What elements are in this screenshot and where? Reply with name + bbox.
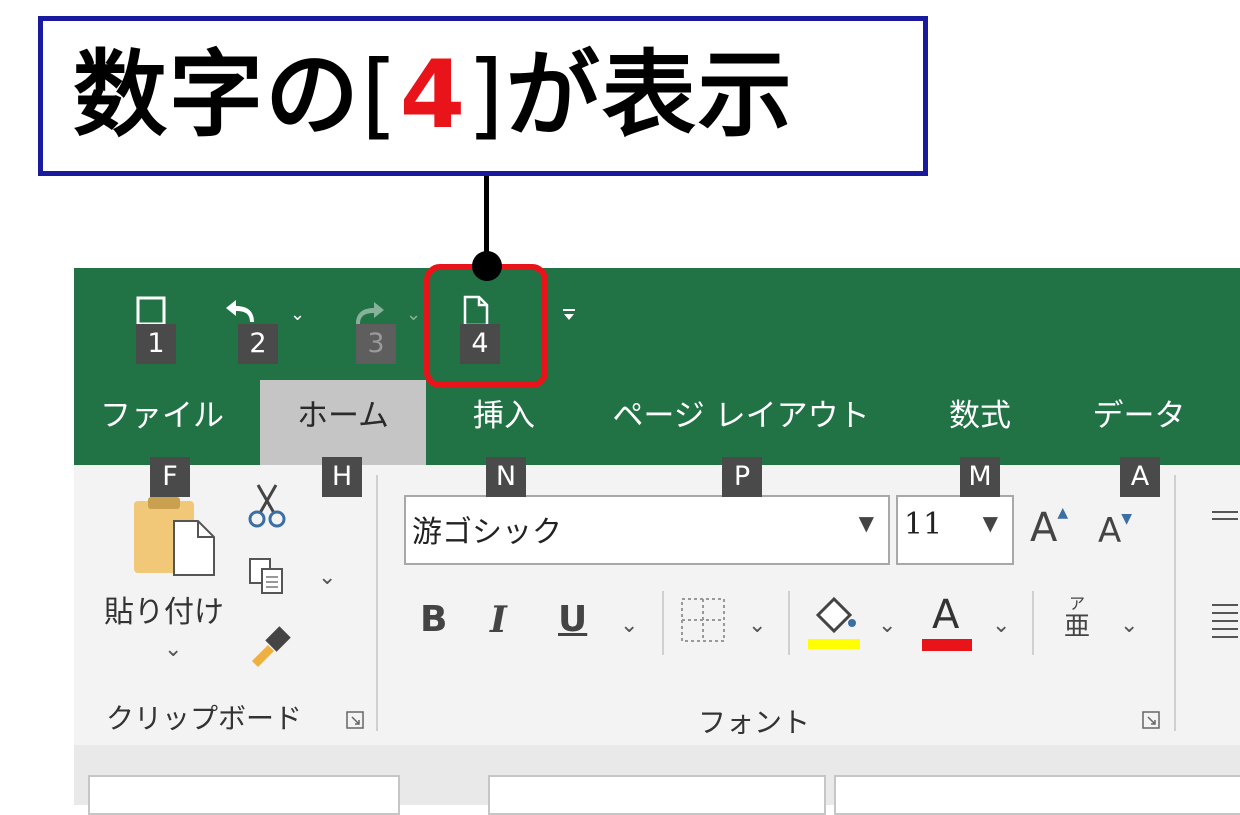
paste-dropdown-icon[interactable]: ⌄ bbox=[164, 637, 182, 662]
font-group-label: フォント bbox=[698, 706, 811, 739]
excel-window: ⌄ ⌄ 1 2 3 4 ファイル ホーム 挿入 ページ レイアウト 数式 データ bbox=[74, 268, 1240, 815]
underline-button[interactable]: U bbox=[558, 599, 587, 640]
font-dialog-launcher-icon[interactable] bbox=[1142, 711, 1160, 729]
tab-insert[interactable]: 挿入 bbox=[452, 380, 556, 465]
callout-box: 数字の[4]が表示 bbox=[38, 16, 928, 176]
font-name-value: 游ゴシック bbox=[412, 515, 562, 550]
font-size-value: 11 bbox=[904, 507, 943, 542]
phonetic-guide-icon[interactable]: ア 亜 bbox=[1062, 594, 1092, 642]
font-color-glyph: A bbox=[932, 592, 960, 638]
tab-formulas[interactable]: 数式 bbox=[930, 380, 1030, 465]
grow-font-icon: ▲ bbox=[1057, 505, 1069, 521]
shrink-font-button[interactable]: A▼ bbox=[1098, 511, 1132, 551]
keytip-insert: N bbox=[486, 457, 526, 497]
phonetic-top: ア bbox=[1068, 594, 1085, 613]
paste-icon[interactable] bbox=[132, 497, 218, 581]
copy-icon[interactable] bbox=[248, 557, 288, 601]
italic-button[interactable]: I bbox=[490, 599, 507, 641]
callout-connector-dot bbox=[472, 251, 502, 281]
font-separator-3 bbox=[1032, 591, 1034, 655]
keytip-home: H bbox=[322, 457, 362, 497]
font-color-dropdown-icon[interactable]: ⌄ bbox=[992, 613, 1010, 638]
save-icon[interactable] bbox=[136, 296, 166, 326]
keytip-redo: 3 bbox=[356, 324, 396, 364]
keytip-data: A bbox=[1120, 457, 1160, 497]
font-separator-end bbox=[1174, 475, 1176, 731]
tab-home[interactable]: ホーム bbox=[260, 380, 426, 465]
callout-number: 4 bbox=[399, 41, 468, 150]
borders-icon[interactable] bbox=[680, 597, 726, 647]
grow-font-glyph: A bbox=[1030, 505, 1058, 551]
font-name-select[interactable]: 游ゴシック ▼ bbox=[404, 495, 890, 565]
ribbon-title-bar: ⌄ ⌄ 1 2 3 4 ファイル ホーム 挿入 ページ レイアウト 数式 データ bbox=[74, 268, 1240, 465]
formula-buttons bbox=[488, 775, 826, 815]
font-separator-2 bbox=[788, 591, 790, 655]
callout-prefix: 数字の bbox=[73, 41, 362, 150]
clipboard-dialog-launcher-icon[interactable] bbox=[346, 711, 364, 729]
keytip-formulas: M bbox=[960, 457, 1000, 497]
font-color-bar bbox=[922, 639, 972, 651]
font-size-select[interactable]: 11 ▼ bbox=[896, 495, 1014, 565]
shrink-font-icon: ▼ bbox=[1121, 511, 1133, 527]
keytip-undo: 2 bbox=[238, 324, 278, 364]
undo-icon[interactable] bbox=[224, 296, 268, 326]
font-separator-1 bbox=[662, 591, 664, 655]
callout-text: 数字の[4]が表示 bbox=[73, 35, 794, 157]
font-name-dropdown-icon[interactable]: ▼ bbox=[859, 511, 874, 535]
fill-color-icon[interactable] bbox=[808, 593, 860, 653]
copy-dropdown-icon[interactable]: ⌄ bbox=[318, 565, 336, 590]
callout-close-bracket: ] bbox=[467, 41, 506, 150]
font-color-icon[interactable]: A bbox=[922, 593, 974, 651]
paste-label[interactable]: 貼り付け bbox=[104, 587, 224, 631]
keytip-page-layout: P bbox=[722, 457, 762, 497]
underline-dropdown-icon[interactable]: ⌄ bbox=[620, 613, 638, 638]
keytip-save: 1 bbox=[136, 324, 176, 364]
callout-open-bracket: [ bbox=[361, 41, 400, 150]
borders-dropdown-icon[interactable]: ⌄ bbox=[748, 613, 766, 638]
undo-dropdown-icon[interactable]: ⌄ bbox=[290, 304, 305, 325]
font-size-dropdown-icon[interactable]: ▼ bbox=[983, 511, 998, 535]
phonetic-dropdown-icon[interactable]: ⌄ bbox=[1120, 613, 1138, 638]
fill-color-dropdown-icon[interactable]: ⌄ bbox=[878, 613, 896, 638]
redo-dropdown-icon[interactable]: ⌄ bbox=[406, 304, 421, 325]
format-painter-icon[interactable] bbox=[248, 623, 294, 671]
tab-file[interactable]: ファイル bbox=[100, 380, 224, 465]
shrink-font-glyph: A bbox=[1098, 511, 1122, 551]
keytip-4-highlight bbox=[424, 264, 548, 388]
cut-icon[interactable] bbox=[246, 483, 290, 533]
name-box[interactable] bbox=[88, 775, 400, 815]
grow-font-button[interactable]: A▲ bbox=[1030, 505, 1068, 551]
clipboard-group-label: クリップボード bbox=[106, 702, 303, 735]
keytip-file: F bbox=[150, 457, 190, 497]
tab-data[interactable]: データ bbox=[1084, 380, 1194, 465]
tab-page-layout[interactable]: ページ レイアウト bbox=[606, 380, 876, 465]
phonetic-bottom: 亜 bbox=[1063, 612, 1090, 642]
customize-qat-icon[interactable] bbox=[562, 308, 576, 322]
align-left-icon[interactable] bbox=[1210, 601, 1240, 645]
bold-button[interactable]: B bbox=[420, 599, 447, 640]
align-top-icon[interactable] bbox=[1210, 509, 1240, 533]
callout-suffix: が表示 bbox=[505, 41, 794, 150]
formula-input[interactable] bbox=[834, 775, 1240, 815]
ribbon-home: 貼り付け ⌄ ⌄ クリップボード 游ゴシック ▼ 11 ▼ A▲ A▼ B I … bbox=[74, 457, 1240, 747]
formula-bar-area bbox=[74, 745, 1240, 815]
clipboard-separator bbox=[376, 475, 378, 731]
